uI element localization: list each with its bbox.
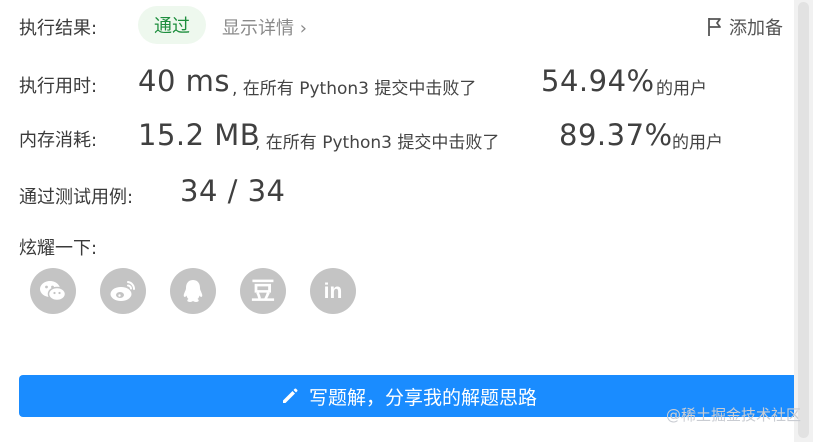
share-wechat-button[interactable]: [30, 268, 76, 314]
result-label: 执行结果:: [19, 18, 98, 39]
runtime-suffix: 的用户: [656, 79, 707, 99]
share-buttons: 豆 in: [30, 268, 356, 314]
runtime-percent: 54.94%: [541, 64, 655, 98]
scrollbar[interactable]: [794, 0, 813, 442]
wechat-icon: [40, 281, 67, 302]
pencil-icon: [282, 388, 298, 403]
add-note-button[interactable]: 添加备: [707, 14, 783, 40]
memory-suffix: 的用户: [672, 133, 723, 153]
share-label: 炫耀一下:: [19, 238, 98, 259]
add-note-label: 添加备: [729, 18, 783, 39]
linkedin-icon: in: [323, 279, 343, 303]
runtime-compare-text: , 在所有 Python3 提交中击败了: [232, 79, 477, 99]
memory-compare-text: , 在所有 Python3 提交中击败了: [255, 133, 500, 153]
flag-icon: [708, 18, 721, 36]
status-badge: 通过: [138, 6, 206, 44]
runtime-value: 40 ms: [138, 64, 230, 98]
qq-icon: [183, 280, 203, 302]
show-details-link[interactable]: 显示详情 ›: [222, 14, 307, 40]
runtime-label: 执行用时:: [19, 76, 98, 97]
watermark: @稀土掘金技术社区: [665, 406, 801, 424]
write-solution-label: 写题解，分享我的解题思路: [308, 386, 537, 409]
tests-value: 34 / 34: [180, 174, 286, 208]
memory-percent: 89.37%: [559, 118, 673, 152]
memory-label: 内存消耗:: [19, 130, 98, 151]
memory-value: 15.2 MB: [138, 118, 261, 152]
show-details-label: 显示详情: [222, 18, 294, 39]
tests-label: 通过测试用例:: [19, 187, 134, 208]
share-qq-button[interactable]: [170, 268, 216, 314]
chevron-right-icon: ›: [299, 18, 307, 39]
status-text: 通过: [154, 16, 190, 37]
share-douban-button[interactable]: 豆: [240, 268, 286, 314]
share-linkedin-button[interactable]: in: [310, 268, 356, 314]
douban-icon: 豆: [251, 277, 275, 305]
weibo-icon: [110, 281, 136, 301]
share-weibo-button[interactable]: [100, 268, 146, 314]
scrollbar-thumb[interactable]: [798, 2, 809, 438]
